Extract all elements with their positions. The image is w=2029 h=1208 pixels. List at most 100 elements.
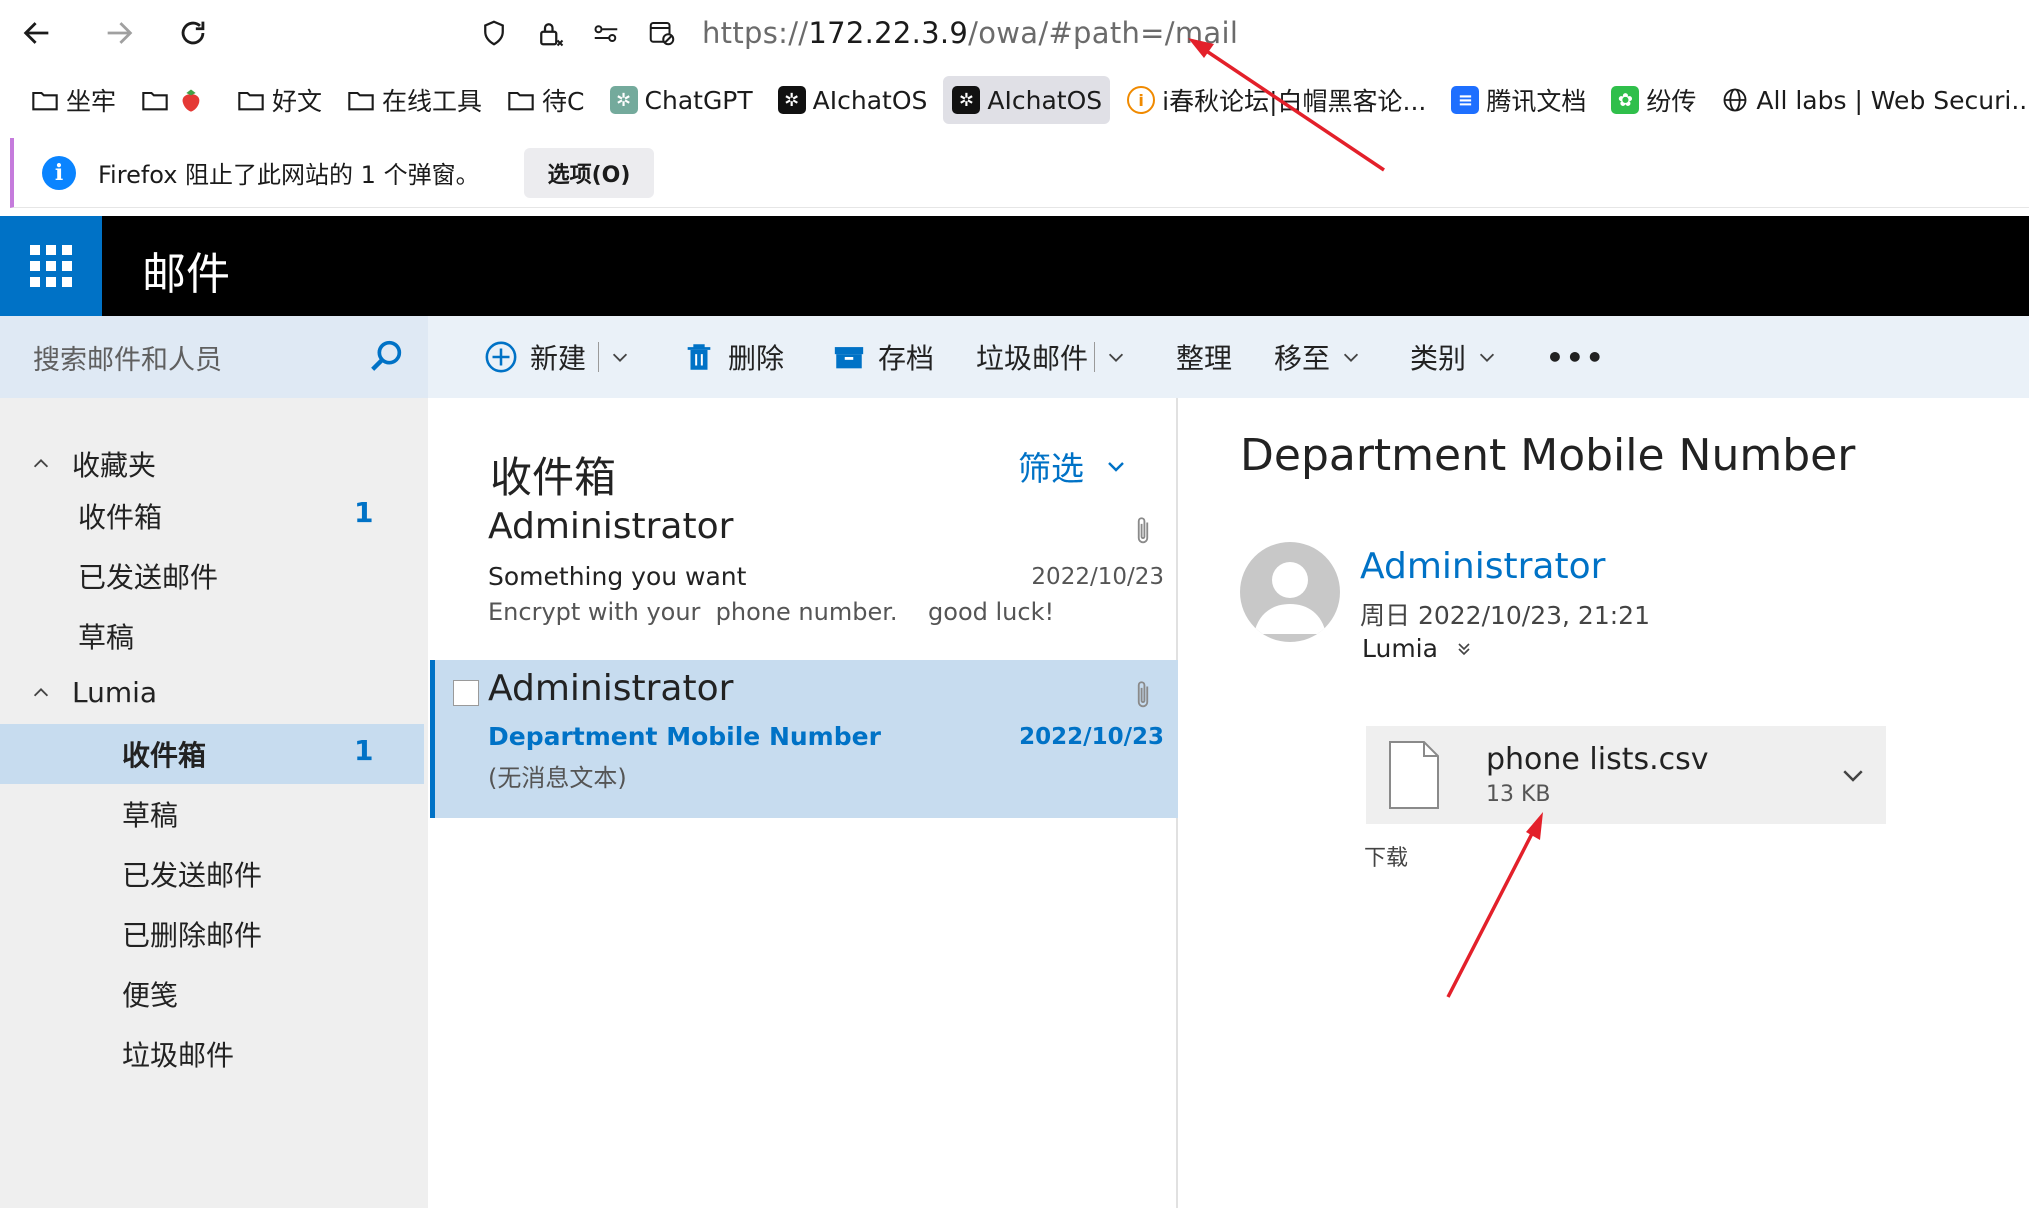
recipient-name: Lumia bbox=[1362, 634, 1438, 663]
message-date: 2022/10/23 bbox=[1031, 564, 1164, 590]
move-to-label: 移至 bbox=[1274, 342, 1331, 375]
new-button[interactable]: 新建 bbox=[484, 316, 631, 398]
folder-pane: 收藏夹 收件箱 1 已发送邮件 草稿 Lumia 收件箱 1 草稿 已发送邮件 … bbox=[0, 398, 428, 1208]
favorites-item-drafts[interactable]: 草稿 bbox=[78, 616, 134, 656]
categorize-button[interactable]: 类别 bbox=[1410, 316, 1498, 398]
bookmark-label: 待C bbox=[542, 87, 585, 116]
reload-icon bbox=[181, 21, 205, 45]
page-blocked-popup-icon[interactable] bbox=[644, 15, 680, 51]
shield-icon[interactable] bbox=[476, 15, 512, 51]
sender-avatar[interactable] bbox=[1240, 542, 1340, 642]
new-label: 新建 bbox=[530, 342, 587, 375]
url-text[interactable]: https://172.22.3.9/owa/#path=/mail bbox=[702, 16, 1238, 50]
permissions-icon[interactable] bbox=[588, 15, 624, 51]
archive-button[interactable]: 存档 bbox=[832, 316, 934, 398]
message-preview: Encrypt with your phone number. good luc… bbox=[488, 598, 1055, 626]
info-icon: i bbox=[42, 155, 76, 190]
bookmark-folder-daic[interactable]: 待C bbox=[498, 76, 592, 124]
filter-button[interactable]: 筛选 bbox=[1018, 442, 1128, 490]
trash-icon bbox=[687, 344, 711, 370]
bookmark-label: i春秋论坛|白帽黑客论... bbox=[1162, 87, 1427, 116]
chevron-down-icon[interactable] bbox=[609, 346, 631, 368]
folder-item-notes[interactable]: 便笺 bbox=[122, 974, 178, 1014]
bookmark-folder-strawberry[interactable] bbox=[132, 76, 220, 124]
list-title: 收件箱 bbox=[490, 453, 617, 502]
app-launcher-icon[interactable] bbox=[0, 216, 102, 316]
move-to-button[interactable]: 移至 bbox=[1274, 316, 1362, 398]
popup-options-button[interactable]: 选项(O) bbox=[523, 147, 655, 198]
bookmark-folder-online-tools[interactable]: 在线工具 bbox=[338, 76, 490, 124]
junk-button[interactable]: 垃圾邮件 bbox=[976, 316, 1127, 398]
sent-date: 周日 2022/10/23, 21:21 bbox=[1360, 601, 1650, 630]
message-checkbox[interactable] bbox=[453, 680, 479, 706]
bookmark-all-labs[interactable]: All labs | Web Securi... bbox=[1712, 76, 2029, 124]
recipient-line[interactable]: Lumia bbox=[1362, 634, 1474, 663]
reload-button[interactable] bbox=[168, 10, 218, 56]
reading-subject: Department Mobile Number bbox=[1240, 430, 1856, 481]
bookmark-aichatos-1[interactable]: ✲ AIchatOS bbox=[769, 76, 936, 124]
categorize-label: 类别 bbox=[1410, 342, 1467, 375]
folder-icon bbox=[506, 85, 536, 115]
message-sender: Administrator bbox=[488, 506, 734, 547]
sender-name[interactable]: Administrator bbox=[1360, 546, 1605, 587]
delete-button[interactable]: 删除 bbox=[682, 316, 784, 398]
owa-header: 邮件 bbox=[0, 216, 2029, 316]
message-item[interactable]: Administrator Something you want 2022/10… bbox=[430, 504, 1178, 640]
back-arrow-icon bbox=[23, 22, 49, 44]
folder-icon bbox=[236, 85, 266, 115]
bookmark-aichatos-2[interactable]: ✲ AIchatOS bbox=[943, 76, 1111, 124]
chevron-down-icon bbox=[1343, 353, 1359, 362]
forward-arrow-icon bbox=[107, 22, 133, 44]
folder-item-sent[interactable]: 已发送邮件 bbox=[122, 854, 262, 894]
filter-label: 筛选 bbox=[1018, 449, 1084, 488]
search-icon[interactable] bbox=[366, 336, 406, 376]
folder-item-drafts[interactable]: 草稿 bbox=[122, 794, 178, 834]
bookmark-label: ChatGPT bbox=[644, 85, 753, 115]
message-list: 收件箱 筛选 Administrator Something you want … bbox=[430, 398, 1178, 1208]
message-sender: Administrator bbox=[488, 668, 734, 709]
bookmark-chatgpt[interactable]: ✲ ChatGPT bbox=[601, 76, 761, 124]
url-host: 172.22.3.9 bbox=[808, 16, 969, 50]
folder-item-inbox[interactable]: 收件箱 bbox=[122, 734, 206, 774]
bookmark-folder-haowen[interactable]: 好文 bbox=[228, 76, 330, 124]
folder-item-junk[interactable]: 垃圾邮件 bbox=[122, 1034, 234, 1074]
bookmark-fenchuan[interactable]: ✿ 纷传 bbox=[1602, 76, 1704, 124]
popup-message: Firefox 阻止了此网站的 1 个弹窗。 bbox=[98, 161, 480, 189]
tencent-docs-icon: ≡ bbox=[1450, 85, 1480, 115]
bookmark-ichunqiu[interactable]: i i春秋论坛|白帽黑客论... bbox=[1118, 76, 1434, 124]
person-icon bbox=[1254, 562, 1326, 634]
message-item-selected[interactable]: Administrator Department Mobile Number 2… bbox=[430, 660, 1178, 818]
search-box[interactable]: 搜索邮件和人员 bbox=[0, 316, 428, 398]
chevron-down-icon[interactable] bbox=[1105, 346, 1127, 368]
attachment-card[interactable]: phone lists.csv 13 KB bbox=[1366, 726, 1886, 824]
chevron-down-icon[interactable] bbox=[1838, 760, 1868, 790]
account-section-header[interactable]: Lumia bbox=[30, 676, 157, 709]
bookmark-label: 好文 bbox=[272, 87, 323, 116]
sweep-button[interactable]: 整理 bbox=[1176, 316, 1232, 398]
search-input[interactable]: 搜索邮件和人员 bbox=[33, 338, 222, 377]
openai-icon: ✲ bbox=[951, 85, 981, 115]
address-bar[interactable]: https://172.22.3.9/owa/#path=/mail bbox=[462, 6, 2029, 60]
bookmark-folder-zuolao[interactable]: 坐牢 bbox=[22, 76, 124, 124]
download-link[interactable]: 下载 bbox=[1364, 840, 1408, 872]
chevron-down-icon bbox=[1108, 462, 1124, 472]
message-date: 2022/10/23 bbox=[1019, 724, 1164, 750]
insecure-lock-icon[interactable] bbox=[532, 15, 568, 51]
unread-count: 1 bbox=[354, 496, 374, 529]
favorites-section-header[interactable]: 收藏夹 bbox=[30, 444, 156, 484]
bookmark-label: 坐牢 bbox=[66, 87, 117, 116]
openai-icon: ✲ bbox=[777, 85, 807, 115]
unread-count: 1 bbox=[354, 734, 374, 767]
favorites-item-sent[interactable]: 已发送邮件 bbox=[78, 556, 218, 596]
archive-icon bbox=[834, 347, 864, 369]
favorites-label: 收藏夹 bbox=[72, 449, 157, 482]
favorites-item-inbox[interactable]: 收件箱 bbox=[78, 496, 162, 536]
chevron-down-icon bbox=[1479, 353, 1495, 362]
forward-button[interactable] bbox=[94, 10, 144, 56]
bookmark-tencent-docs[interactable]: ≡ 腾讯文档 bbox=[1442, 76, 1594, 124]
folder-item-deleted[interactable]: 已删除邮件 bbox=[122, 914, 262, 954]
browser-toolbar: https://172.22.3.9/owa/#path=/mail bbox=[0, 0, 2029, 66]
delete-label: 删除 bbox=[728, 342, 785, 375]
more-options-button[interactable]: ••• bbox=[1546, 316, 1606, 398]
back-button[interactable] bbox=[12, 10, 62, 56]
